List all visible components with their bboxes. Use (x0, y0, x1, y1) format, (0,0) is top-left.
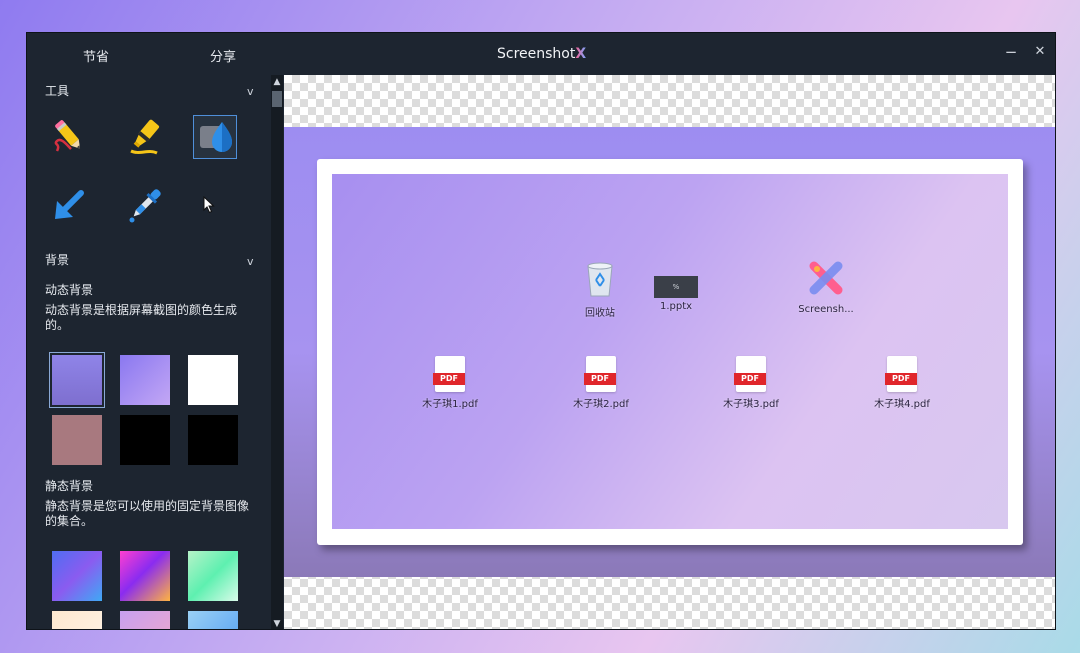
captured-screenshot: 回收站 % 1.pptx Screensh... PDF 木子琪1.pdf PD… (332, 174, 1008, 529)
eyedropper-tool-button[interactable] (123, 183, 167, 227)
pdf-file-icon: PDF (885, 356, 917, 392)
pdf-file-icon: PDF (734, 356, 766, 392)
blur-tool-button[interactable] (193, 115, 237, 159)
minimize-button[interactable]: − (1000, 41, 1022, 63)
desktop-icon-screenshotx: Screensh... (788, 258, 864, 315)
blur-drop-icon (200, 122, 232, 152)
static-background-swatch-6[interactable] (188, 611, 238, 629)
desktop-icon-recycle-bin: 回收站 (570, 260, 630, 319)
app-title: ScreenshotX (497, 46, 587, 62)
desktop-icon-label: 木子琪4.pdf (874, 399, 930, 410)
scroll-down-arrow-icon[interactable]: ▼ (271, 619, 283, 629)
desktop-icon-label: Screensh... (798, 304, 854, 315)
static-background-description: 静态背景是您可以使用的固定背景图像的集合。 (45, 499, 250, 528)
sidebar-scrollbar[interactable]: ▲ ▼ (271, 75, 283, 629)
scrollbar-thumb[interactable] (272, 91, 282, 107)
static-background-swatch-3[interactable] (188, 551, 238, 601)
arrow-icon (55, 190, 84, 219)
static-background-swatch-4[interactable] (52, 611, 102, 629)
eyedropper-icon (129, 189, 161, 223)
dynamic-swatch-2[interactable] (120, 355, 170, 405)
desktop-icon-label: 回收站 (585, 308, 615, 319)
static-background-title: 静态背景 (45, 479, 94, 493)
background-collapse-chevron-icon[interactable]: v (247, 255, 254, 268)
screenshotx-logo-icon (809, 261, 843, 295)
static-background-swatch-5[interactable] (120, 611, 170, 629)
recycle-bin-icon (587, 262, 613, 297)
desktop-icon-label: 木子琪2.pdf (573, 399, 629, 410)
tools-section-title: 工具 (45, 84, 70, 98)
desktop-icon-pdf-4: PDF 木子琪4.pdf (864, 356, 940, 410)
dynamic-background-description: 动态背景是根据屏幕截图的颜色生成的。 (45, 303, 238, 332)
dynamic-swatch-4[interactable] (52, 415, 102, 465)
static-background-swatch-2[interactable] (120, 551, 170, 601)
highlighter-icon (130, 119, 160, 155)
desktop-icon-pptx: % 1.pptx (648, 276, 704, 312)
desktop-icon-label: 1.pptx (659, 301, 693, 312)
pptx-thumbnail: % (654, 276, 698, 298)
app-logo-mark: X (575, 46, 587, 62)
static-background-swatch-1[interactable] (52, 551, 102, 601)
arrow-tool-button[interactable] (47, 183, 91, 227)
dynamic-swatch-3[interactable] (188, 355, 238, 405)
desktop-icon-pdf-2: PDF 木子琪2.pdf (563, 356, 639, 410)
pdf-file-icon: PDF (584, 356, 616, 392)
title-bar: 节省 分享 ScreenshotX − ✕ (27, 33, 1055, 75)
desktop-icon-pdf-1: PDF 木子琪1.pdf (412, 356, 488, 410)
pencil-icon (54, 120, 81, 152)
preview-canvas: 回收站 % 1.pptx Screensh... PDF 木子琪1.pdf PD… (284, 75, 1055, 629)
dynamic-swatch-5[interactable] (120, 415, 170, 465)
scroll-up-arrow-icon[interactable]: ▲ (271, 77, 283, 87)
app-window: 节省 分享 ScreenshotX − ✕ 工具 v 背景 v 动态背景 动态背… (26, 32, 1056, 630)
pencil-tool-button[interactable] (47, 115, 91, 159)
dynamic-swatch-1[interactable] (49, 352, 105, 408)
screenshot-frame: 回收站 % 1.pptx Screensh... PDF 木子琪1.pdf PD… (317, 159, 1023, 545)
tab-share[interactable]: 分享 (210, 46, 236, 65)
sidebar: 工具 v 背景 v 动态背景 动态背景是根据屏幕截图的颜色生成的。 静态背景 静… (27, 75, 271, 629)
dynamic-swatch-6[interactable] (188, 415, 238, 465)
highlighter-tool-button[interactable] (123, 115, 167, 159)
desktop-icon-label: 木子琪1.pdf (422, 399, 478, 410)
mouse-cursor-icon (203, 196, 215, 214)
close-button[interactable]: ✕ (1029, 41, 1051, 63)
desktop-icon-label: 木子琪3.pdf (723, 399, 779, 410)
pdf-file-icon: PDF (433, 356, 465, 392)
tools-collapse-chevron-icon[interactable]: v (247, 85, 254, 98)
desktop-icon-pdf-3: PDF 木子琪3.pdf (713, 356, 789, 410)
background-section-title: 背景 (45, 253, 70, 267)
tab-save[interactable]: 节省 (83, 46, 109, 65)
dynamic-background-title: 动态背景 (45, 283, 94, 297)
